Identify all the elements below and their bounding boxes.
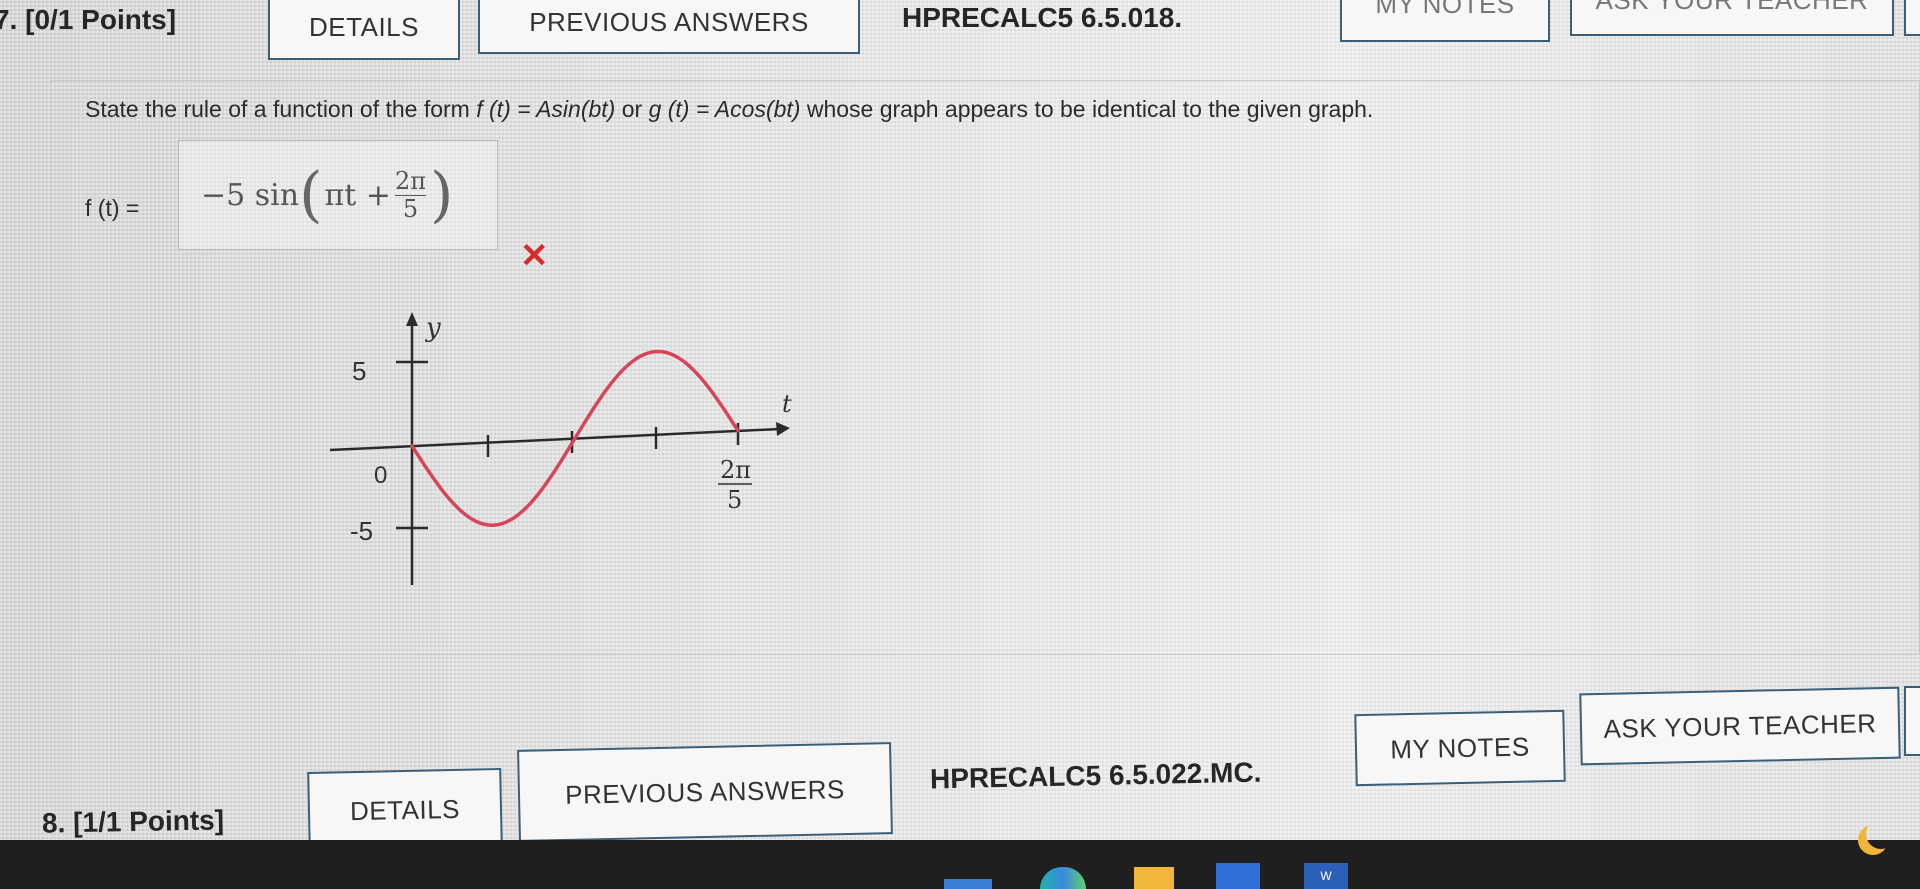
x-axis bbox=[329, 427, 781, 452]
sine-graph: y t 5 -5 0 2π 5 bbox=[329, 312, 792, 585]
q8-previous-answers-button[interactable]: PREVIOUS ANSWERS bbox=[517, 742, 893, 842]
q7-extra-tab[interactable] bbox=[1904, 0, 1920, 36]
prompt-g-form: g (t) = Acos(bt) bbox=[648, 96, 801, 122]
answer-denominator: 5 bbox=[402, 194, 419, 223]
x-tick-label-denominator: 5 bbox=[727, 486, 742, 514]
q7-my-notes-button[interactable]: MY NOTES bbox=[1340, 0, 1550, 42]
question-8-header: 8. [1/1 Points] bbox=[42, 804, 225, 839]
night-light-icon bbox=[1866, 819, 1896, 849]
q8-my-notes-button[interactable]: MY NOTES bbox=[1354, 709, 1566, 787]
answer-numerator: 2π bbox=[394, 167, 426, 196]
answer-input[interactable]: −5 sin ( πt + 2π 5 ) bbox=[178, 140, 498, 250]
x-axis-label: t bbox=[782, 390, 792, 418]
right-paren: ) bbox=[430, 160, 454, 230]
x-tick-label-numerator: 2π bbox=[720, 456, 751, 484]
answer-label: f (t) = bbox=[85, 195, 140, 221]
y-axis-label: y bbox=[425, 313, 441, 343]
sine-curve bbox=[410, 349, 740, 527]
question-7-points: [0/1 Points] bbox=[25, 4, 177, 35]
q7-previous-answers-button[interactable]: PREVIOUS ANSWERS bbox=[478, 0, 860, 54]
q7-ask-teacher-button[interactable]: ASK YOUR TEACHER bbox=[1570, 0, 1894, 36]
q8-ask-teacher-button[interactable]: ASK YOUR TEACHER bbox=[1579, 686, 1901, 766]
question-7-number: 7. bbox=[0, 4, 18, 35]
answer-inner: πt + bbox=[324, 177, 391, 213]
screen: 7. [0/1 Points] DETAILS PREVIOUS ANSWERS… bbox=[0, 0, 1920, 889]
edge-icon[interactable] bbox=[1040, 867, 1086, 889]
store-icon[interactable] bbox=[1216, 863, 1260, 889]
q7-details-button[interactable]: DETAILS bbox=[268, 0, 460, 60]
question-7-header: 7. [0/1 Points] bbox=[0, 4, 176, 36]
prompt-or: or bbox=[615, 96, 649, 122]
left-paren: ( bbox=[299, 160, 323, 230]
prompt-text-end: whose graph appears to be identical to t… bbox=[800, 96, 1374, 122]
prompt-text-start: State the rule of a function of the form bbox=[85, 96, 477, 122]
q8-extra-tab[interactable] bbox=[1904, 686, 1920, 756]
question-7-prompt: State the rule of a function of the form… bbox=[85, 96, 1373, 123]
y-tick-label-neg5: -5 bbox=[350, 516, 373, 546]
word-icon[interactable]: W bbox=[1304, 863, 1348, 889]
incorrect-x-icon: ✕ bbox=[520, 237, 549, 275]
y-tick-label-5: 5 bbox=[352, 356, 366, 386]
origin-label: 0 bbox=[374, 462, 387, 489]
answer-lead: −5 sin bbox=[201, 177, 300, 213]
prompt-f-form: f (t) = Asin(bt) bbox=[476, 96, 616, 122]
x-axis-arrow bbox=[776, 422, 790, 436]
q8-problem-code: HPRECALC5 6.5.022.MC. bbox=[929, 756, 1262, 795]
taskbar: W bbox=[0, 840, 1920, 889]
teams-icon[interactable] bbox=[944, 879, 992, 889]
folder-icon[interactable] bbox=[1134, 867, 1174, 889]
q7-problem-code: HPRECALC5 6.5.018. bbox=[902, 2, 1183, 33]
question-8-points: [1/1 Points] bbox=[72, 804, 225, 839]
question-8-number: 8. bbox=[41, 807, 66, 839]
answer-fraction: 2π 5 bbox=[394, 167, 426, 223]
y-axis-arrow bbox=[406, 312, 418, 326]
